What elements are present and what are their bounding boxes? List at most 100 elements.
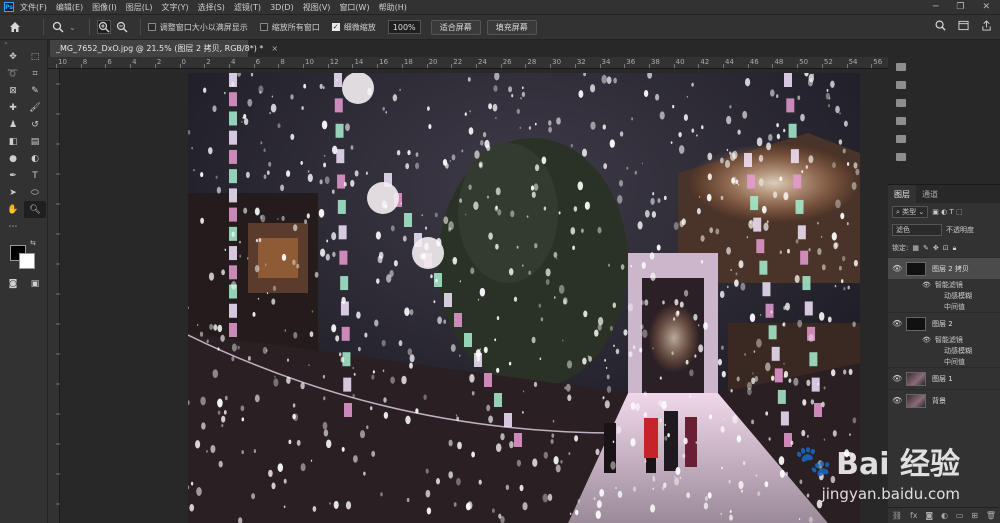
dodge-tool-icon[interactable]: ◐ — [24, 150, 46, 167]
marquee-tool-icon[interactable]: ⬚ — [24, 48, 46, 65]
lock-position-icon[interactable]: ✥ — [933, 244, 939, 252]
brush-tool-icon[interactable]: 🖌 — [24, 99, 46, 116]
quick-mask-icon[interactable]: ◙ — [2, 275, 24, 292]
menu-window[interactable]: 窗口(W) — [339, 2, 369, 13]
restore-icon[interactable]: ❐ — [956, 2, 964, 12]
menu-select[interactable]: 选择(S) — [198, 2, 225, 13]
background-color-swatch[interactable] — [19, 253, 35, 269]
chevron-down-icon[interactable]: ⌄ — [69, 23, 76, 32]
document-image[interactable] — [188, 73, 860, 523]
fit-screen-button[interactable]: 适合屏幕 — [430, 19, 481, 35]
separator — [139, 19, 141, 35]
menu-image[interactable]: 图像(I) — [92, 2, 117, 13]
screen-mode-icon[interactable]: ▣ — [24, 275, 46, 292]
ruler-tick-label: 4 — [230, 58, 236, 66]
smart-filters-row[interactable]: 👁︎ 智能滤镜 — [888, 334, 1000, 345]
menu-edit[interactable]: 编辑(E) — [56, 2, 83, 13]
zoom-tool-icon[interactable]: 🔍︎ — [24, 201, 46, 218]
share-icon[interactable] — [981, 20, 992, 33]
more-tools-icon[interactable]: ⋯ — [2, 218, 24, 235]
tab-layers[interactable]: 图层 — [888, 185, 916, 203]
filter-row[interactable]: 中间值 — [888, 356, 1000, 367]
layer-row[interactable]: 👁︎ 图层 2 拷贝 — [888, 257, 1000, 279]
layer-row[interactable]: 👁︎ 图层 1 — [888, 367, 1000, 389]
menu-layer[interactable]: 图层(L) — [126, 2, 153, 13]
hand-tool-icon[interactable]: ✋ — [2, 201, 24, 218]
move-tool-icon[interactable]: ✥ — [2, 48, 24, 65]
blur-tool-icon[interactable]: ● — [2, 150, 24, 167]
smart-filters-row[interactable]: 👁︎ 智能滤镜 — [888, 279, 1000, 290]
new-layer-icon[interactable]: ⊞ — [971, 511, 978, 520]
tab-channels[interactable]: 通道 — [916, 185, 944, 203]
healing-brush-icon[interactable]: ✚ — [2, 99, 24, 116]
eye-icon[interactable]: 👁︎ — [922, 336, 931, 344]
lock-label: 锁定: — [892, 244, 909, 252]
filter-pixel-icon[interactable]: ▣ — [932, 208, 941, 216]
menu-view[interactable]: 视图(V) — [303, 2, 331, 13]
ruler-tick-mark — [574, 64, 576, 68]
path-selection-icon[interactable]: ➤ — [2, 184, 24, 201]
filter-row[interactable]: 动感模糊 — [888, 290, 1000, 301]
eyedropper-tool-icon[interactable]: ✎ — [24, 82, 46, 99]
eye-icon[interactable]: 👁︎ — [892, 264, 902, 273]
filter-row[interactable]: 动感模糊 — [888, 345, 1000, 356]
layer-row[interactable]: 👁︎ 图层 2 — [888, 312, 1000, 334]
canvas-workspace[interactable] — [60, 69, 888, 523]
lock-all-icon[interactable]: 🔒︎ — [953, 244, 957, 253]
mask-icon[interactable]: ◙ — [925, 511, 933, 520]
trash-icon[interactable]: 🗑︎ — [986, 511, 996, 520]
tab-close-icon[interactable]: × — [271, 44, 278, 53]
document-tab[interactable]: _MG_7652_DxO.jpg @ 21.5% (图层 2 拷贝, RGB/8… — [50, 40, 278, 57]
minimize-icon[interactable]: ─ — [933, 2, 938, 12]
eye-icon[interactable]: 👁︎ — [892, 396, 902, 405]
ruler-tick-mark — [599, 64, 601, 68]
lasso-tool-icon[interactable]: ➰ — [2, 65, 24, 82]
history-brush-icon[interactable]: ↺ — [24, 116, 46, 133]
lock-pixels-icon[interactable]: ✎ — [923, 244, 929, 252]
adjustment-icon[interactable]: ◐ — [941, 511, 948, 520]
layer-kind-filter[interactable]: ⌕ 类型 ⌄ — [892, 206, 929, 218]
eye-icon[interactable]: 👁︎ — [892, 319, 902, 328]
filter-row[interactable]: 中间值 — [888, 301, 1000, 312]
filter-shape-icon[interactable]: ⬚ — [956, 208, 963, 216]
gradient-tool-icon[interactable]: ▤ — [24, 133, 46, 150]
workspace-icon[interactable] — [958, 20, 969, 33]
home-icon[interactable] — [8, 20, 22, 34]
clone-stamp-icon[interactable]: ♟ — [2, 116, 24, 133]
lock-transparent-icon[interactable]: ▦ — [912, 244, 919, 252]
menu-3d[interactable]: 3D(D) — [270, 3, 294, 12]
menu-type[interactable]: 文字(Y) — [161, 2, 188, 13]
zoom-tool-preset-icon[interactable] — [51, 20, 65, 34]
panel-grip-icon[interactable]: » — [0, 40, 47, 48]
crop-tool-icon[interactable]: ⌗ — [24, 65, 46, 82]
pen-tool-icon[interactable]: ✒ — [2, 167, 24, 184]
menu-help[interactable]: 帮助(H) — [379, 2, 407, 13]
fx-icon[interactable]: fx — [910, 511, 918, 520]
filter-name: 中间值 — [944, 302, 965, 311]
swap-colors-icon[interactable]: ⇆ — [30, 239, 36, 247]
scrubby-zoom-checkbox[interactable]: ✓ — [331, 23, 340, 31]
resize-windows-checkbox[interactable] — [147, 23, 156, 31]
zoom-percent-field[interactable]: 100% — [387, 20, 421, 34]
frame-tool-icon[interactable]: ⊠ — [2, 82, 24, 99]
shape-tool-icon[interactable]: ⬭ — [24, 184, 46, 201]
fill-screen-button[interactable]: 填充屏幕 — [486, 19, 537, 35]
zoom-in-icon[interactable] — [96, 20, 111, 34]
menu-filter[interactable]: 滤镜(T) — [234, 2, 261, 13]
ruler-tick-mark — [500, 64, 502, 68]
eye-icon[interactable]: 👁︎ — [922, 281, 931, 289]
lock-artboard-icon[interactable]: ⊡ — [943, 244, 949, 252]
type-tool-icon[interactable]: T — [24, 167, 46, 184]
layer-row[interactable]: 👁︎ 背景 — [888, 389, 1000, 411]
search-icon[interactable] — [935, 20, 946, 33]
group-icon[interactable]: ▭ — [956, 511, 964, 520]
menu-file[interactable]: 文件(F) — [20, 2, 47, 13]
zoom-all-checkbox[interactable] — [259, 23, 268, 31]
link-icon[interactable]: ⛓ — [892, 511, 902, 520]
eraser-tool-icon[interactable]: ◧ — [2, 133, 24, 150]
close-icon[interactable]: ✕ — [982, 2, 990, 12]
ruler-tick-label: 4 — [132, 58, 137, 66]
blend-mode-select[interactable]: 滤色 — [892, 224, 942, 236]
zoom-out-icon[interactable] — [115, 20, 129, 34]
eye-icon[interactable]: 👁︎ — [892, 374, 902, 383]
